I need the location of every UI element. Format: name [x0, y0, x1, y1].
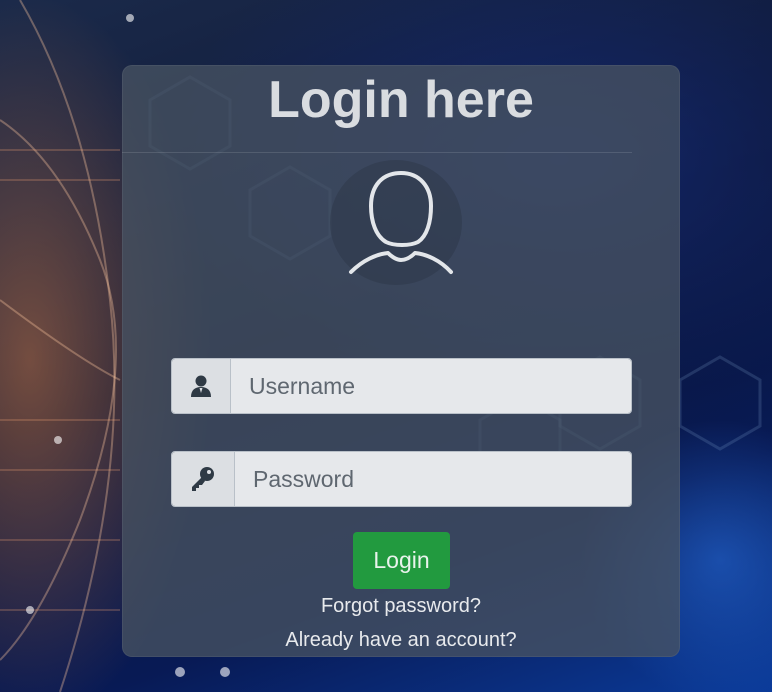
user-icon	[191, 375, 211, 397]
username-addon	[172, 359, 231, 413]
key-icon	[192, 467, 214, 491]
username-group	[171, 358, 632, 414]
password-input[interactable]	[235, 452, 631, 506]
user-avatar-icon	[349, 171, 453, 274]
existing-account-link[interactable]: Already have an account?	[122, 629, 680, 652]
password-group	[171, 451, 632, 507]
forgot-password-link[interactable]: Forgot password?	[122, 595, 680, 618]
avatar	[330, 160, 462, 285]
login-card: Login here Login	[122, 65, 680, 657]
password-addon	[172, 452, 235, 506]
login-button[interactable]: Login	[353, 532, 450, 589]
divider	[122, 152, 632, 153]
username-input[interactable]	[231, 359, 631, 413]
page-title: Login here	[268, 71, 534, 129]
